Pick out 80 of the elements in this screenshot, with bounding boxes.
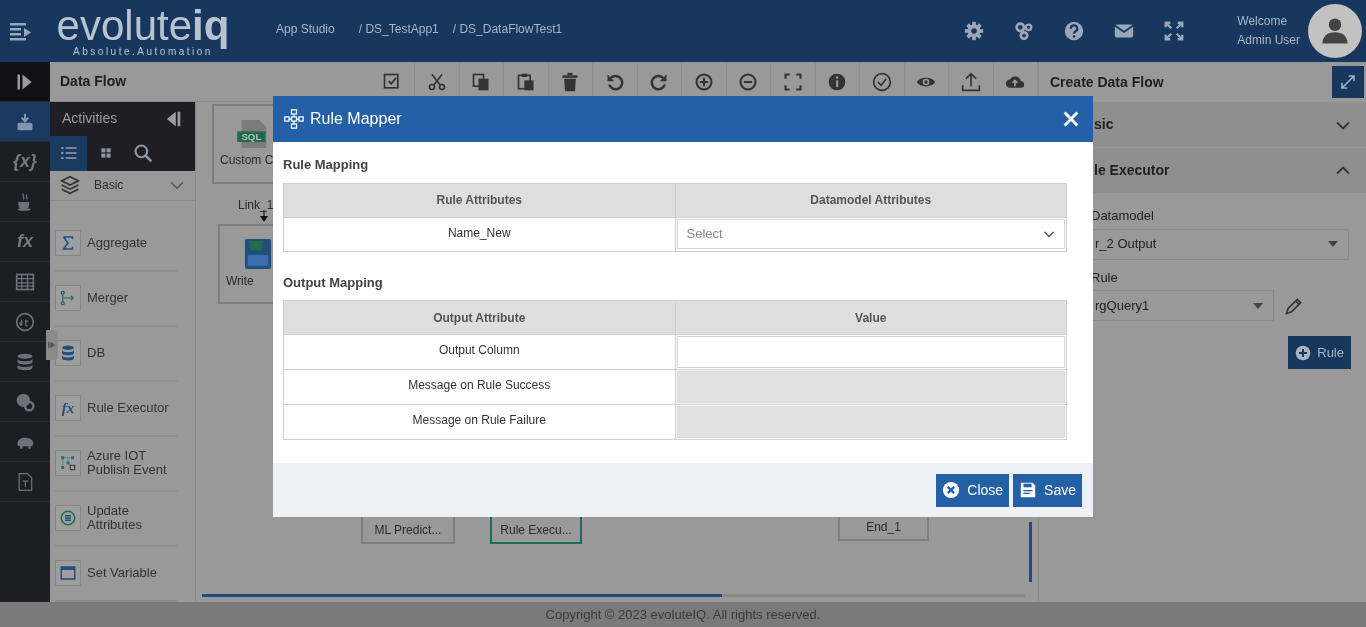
zoom-in-icon (693, 71, 714, 92)
activity-item[interactable]: fx Rule Executor (55, 382, 177, 437)
close-icon (1063, 111, 1079, 127)
column-header: Rule Attributes (283, 183, 675, 217)
fit-screen-icon (782, 71, 803, 92)
check-circle-icon (871, 71, 892, 92)
search-icon (132, 143, 153, 164)
expand-handle[interactable] (46, 330, 58, 360)
panel-title: Create Data Flow (1050, 72, 1164, 92)
list-circle-icon (59, 509, 77, 528)
link-label: Link_1 (238, 197, 274, 214)
close-button[interactable] (1063, 111, 1079, 127)
field-label: Datamodel (1090, 207, 1155, 225)
zoom-out-icon (738, 71, 759, 92)
breadcrumb-link[interactable]: App Studio (276, 20, 335, 38)
maximize-button[interactable] (1332, 66, 1364, 98)
expand-icon (48, 341, 56, 349)
rail-item[interactable] (0, 102, 50, 142)
scissors-icon (426, 71, 447, 92)
network-icon (59, 454, 77, 473)
category-dropdown[interactable]: Basic (50, 170, 195, 201)
breadcrumb-link[interactable]: / DS_TestApp1 (358, 20, 439, 38)
connector-arrow (259, 210, 269, 222)
close-circle-icon (942, 481, 961, 499)
activity-item[interactable]: Merger (55, 272, 177, 327)
logo: evoluteiq Absolute.Automation (55, 5, 231, 57)
fullscreen-icon[interactable] (1163, 20, 1186, 42)
select-dropdown[interactable]: Select (676, 219, 1065, 249)
activity-item[interactable]: Azure IOT Publish Event (55, 437, 177, 492)
activity-item[interactable]: Update Attributes (55, 492, 177, 547)
view-tab[interactable] (50, 135, 87, 171)
plus-circle-icon (1295, 344, 1312, 361)
gear-icon[interactable] (963, 20, 986, 42)
breadcrumb-link[interactable]: / DS_DataFlowTest1 (452, 20, 563, 38)
save-button[interactable]: Save (1013, 473, 1082, 507)
expand-arrows-icon (1339, 73, 1357, 91)
upload-icon (960, 71, 981, 92)
database-icon (59, 344, 77, 363)
table-icon (15, 271, 35, 292)
paste-icon (515, 71, 536, 92)
column-header: Output Attribute (283, 300, 675, 335)
database-icon (15, 351, 35, 372)
layers-icon (60, 175, 80, 196)
merge-icon (59, 289, 77, 308)
pencil-icon (1284, 295, 1304, 316)
table-cell: Name_New (283, 217, 675, 251)
caret-icon (1253, 302, 1263, 309)
copyright-text: Copyright © 2023 evoluteIQ. All rights reserved. (545, 605, 821, 624)
copy-icon (471, 71, 492, 92)
variable-window-icon (59, 564, 77, 583)
help-icon[interactable] (1063, 20, 1086, 42)
user-silhouette-icon (1320, 16, 1350, 46)
horizontal-scrollbar[interactable] (202, 594, 1025, 597)
table-cell: Message on Rule Success (283, 369, 675, 405)
column-header: Datamodel Attributes (675, 183, 1067, 217)
collapse-button[interactable] (165, 109, 183, 128)
flow-icon (15, 111, 35, 132)
network-icon (284, 109, 304, 129)
add-rule-button[interactable]: Rule (1288, 336, 1351, 369)
collapse-icon (165, 109, 183, 128)
table-cell: Output Column (283, 334, 675, 370)
value-input[interactable] (676, 336, 1065, 368)
trash-icon (560, 71, 581, 92)
column-header: Value (675, 300, 1067, 335)
close-button[interactable]: Close (936, 473, 1010, 507)
vertical-scrollbar[interactable] (1029, 522, 1032, 582)
avatar[interactable] (1308, 4, 1362, 58)
dt-icon (15, 311, 35, 332)
function-icon: fx (61, 401, 75, 416)
table-cell: Message on Rule Failure (283, 404, 675, 440)
caret-icon (1328, 241, 1338, 247)
dialog-title: Rule Mapper (310, 109, 403, 129)
user-name: Admin User (1237, 32, 1300, 49)
page-title: Data Flow (60, 72, 128, 91)
activity-item[interactable]: Aggregate (55, 217, 177, 272)
grid-icon (98, 146, 113, 161)
panel-title: Activities (62, 109, 118, 129)
info-icon (827, 71, 848, 92)
welcome-label: Welcome (1237, 13, 1289, 30)
edit-button[interactable] (1284, 295, 1304, 316)
